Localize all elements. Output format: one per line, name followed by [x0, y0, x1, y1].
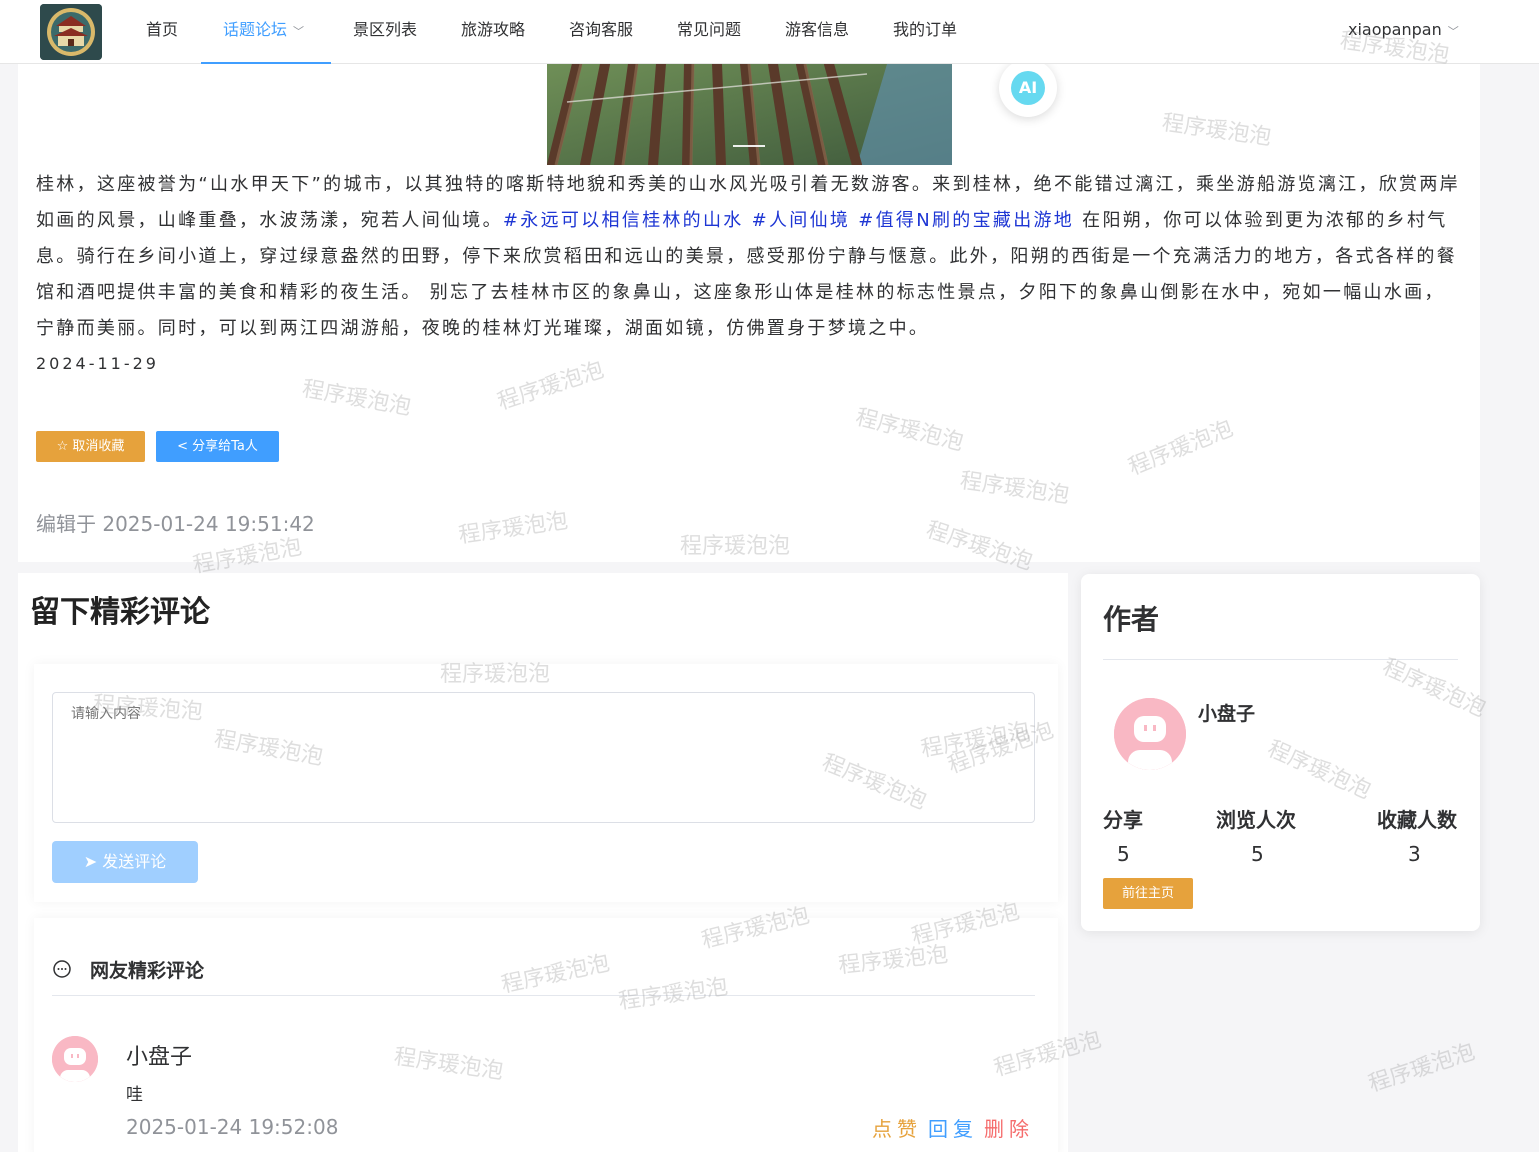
- top-navbar: 首页 话题论坛 ﹀ 景区列表 旅游攻略 咨询客服 常见问题 游客信息 我的订单 x…: [0, 0, 1539, 64]
- site-logo[interactable]: [40, 4, 102, 60]
- comment-timestamp: 2025-01-24 19:52:08: [126, 1115, 339, 1139]
- post-card: AI 桂林，这座被誉为“山水甲天下”的城市，以其独特的喀斯特地貌和秀美的山水风光…: [18, 59, 1480, 562]
- post-tag[interactable]: #值得N刷的宝藏出游地: [858, 210, 1074, 231]
- comment-content: 哇: [126, 1085, 143, 1105]
- delete-button[interactable]: 删除: [984, 1117, 1034, 1141]
- nav-forum-label: 话题论坛: [223, 20, 288, 39]
- stat-views-label: 浏览人次: [1216, 808, 1296, 832]
- stat-shares-value: 5: [1117, 842, 1130, 866]
- author-section-title: 作者: [1103, 603, 1160, 636]
- comment-actions: 点赞 回复 删除: [872, 1113, 1034, 1142]
- author-name: 小盘子: [1198, 703, 1256, 725]
- stat-favorites-value: 3: [1408, 842, 1421, 866]
- comment-list-header: 网友精彩评论: [52, 956, 1035, 996]
- post-content: 桂林，这座被誉为“山水甲天下”的城市，以其独特的喀斯特地貌和秀美的山水风光吸引着…: [36, 167, 1462, 347]
- comment-input[interactable]: [52, 692, 1035, 823]
- comment-list-title: 网友精彩评论: [90, 960, 205, 982]
- post-date: 2024-11-29: [36, 354, 159, 373]
- nav-tourist-info[interactable]: 游客信息: [785, 0, 849, 64]
- stat-shares-label: 分享: [1103, 808, 1143, 832]
- like-button[interactable]: 点赞: [872, 1117, 922, 1141]
- unfavorite-button[interactable]: ☆ 取消收藏: [36, 431, 145, 462]
- nav-customer-service[interactable]: 咨询客服: [569, 0, 633, 64]
- nav-my-orders[interactable]: 我的订单: [893, 0, 957, 64]
- nav-home[interactable]: 首页: [146, 0, 178, 64]
- comment-panel: 留下精彩评论 ➤ 发送评论 网友精彩评论: [18, 573, 1068, 1152]
- comment-author: 小盘子: [126, 1045, 193, 1070]
- share-icon: <: [177, 439, 193, 454]
- paper-plane-icon: ➤: [83, 852, 103, 871]
- chevron-down-icon: ﹀: [293, 25, 305, 38]
- nav-scenic-list[interactable]: 景区列表: [353, 0, 417, 64]
- stat-favorites-label: 收藏人数: [1377, 808, 1457, 832]
- chevron-down-icon: ﹀: [1447, 25, 1459, 38]
- unfavorite-label: 取消收藏: [72, 439, 125, 454]
- comment-form: ➤ 发送评论: [34, 664, 1058, 902]
- comment-section-title: 留下精彩评论: [30, 595, 210, 630]
- bamboo-raft-image: [547, 64, 952, 165]
- post-image-carousel[interactable]: [547, 64, 952, 165]
- post-tag[interactable]: #人间仙境: [752, 210, 851, 231]
- stat-views-value: 5: [1251, 842, 1264, 866]
- edited-timestamp: 编辑于 2025-01-24 19:51:42: [36, 512, 315, 536]
- post-tag[interactable]: #永远可以相信桂林的山水: [503, 210, 744, 231]
- reply-button[interactable]: 回复: [928, 1117, 978, 1141]
- avatar[interactable]: [52, 1036, 98, 1082]
- author-avatar[interactable]: [1114, 698, 1186, 770]
- author-panel: 作者 小盘子 分享 5 浏览人次 5 收藏人数 3 前往主页: [1081, 574, 1480, 931]
- chat-bubble-icon: [53, 960, 71, 978]
- divider: [1103, 659, 1458, 660]
- watermark: 程序瑗泡泡: [1365, 1039, 1478, 1098]
- user-menu[interactable]: xiaopanpan ﹀: [1348, 0, 1459, 64]
- send-comment-label: 发送评论: [102, 852, 167, 871]
- star-icon: ☆: [56, 439, 73, 454]
- ai-icon: AI: [1011, 71, 1045, 105]
- nav-travel-guide[interactable]: 旅游攻略: [461, 0, 525, 64]
- nav-forum[interactable]: 话题论坛 ﹀: [201, 0, 331, 64]
- share-button[interactable]: < 分享给Ta人: [156, 431, 279, 462]
- share-label: 分享给Ta人: [192, 439, 258, 454]
- comment-list: 网友精彩评论 小盘子 哇 2025-01-24 19:52:08 点赞 回复 删除: [34, 918, 1058, 1152]
- carousel-indicator[interactable]: [733, 145, 765, 147]
- username: xiaopanpan: [1348, 20, 1442, 39]
- ai-assistant-button[interactable]: AI: [999, 59, 1057, 117]
- send-comment-button[interactable]: ➤ 发送评论: [52, 841, 198, 883]
- go-to-homepage-button[interactable]: 前往主页: [1103, 878, 1193, 909]
- nav-faq[interactable]: 常见问题: [677, 0, 741, 64]
